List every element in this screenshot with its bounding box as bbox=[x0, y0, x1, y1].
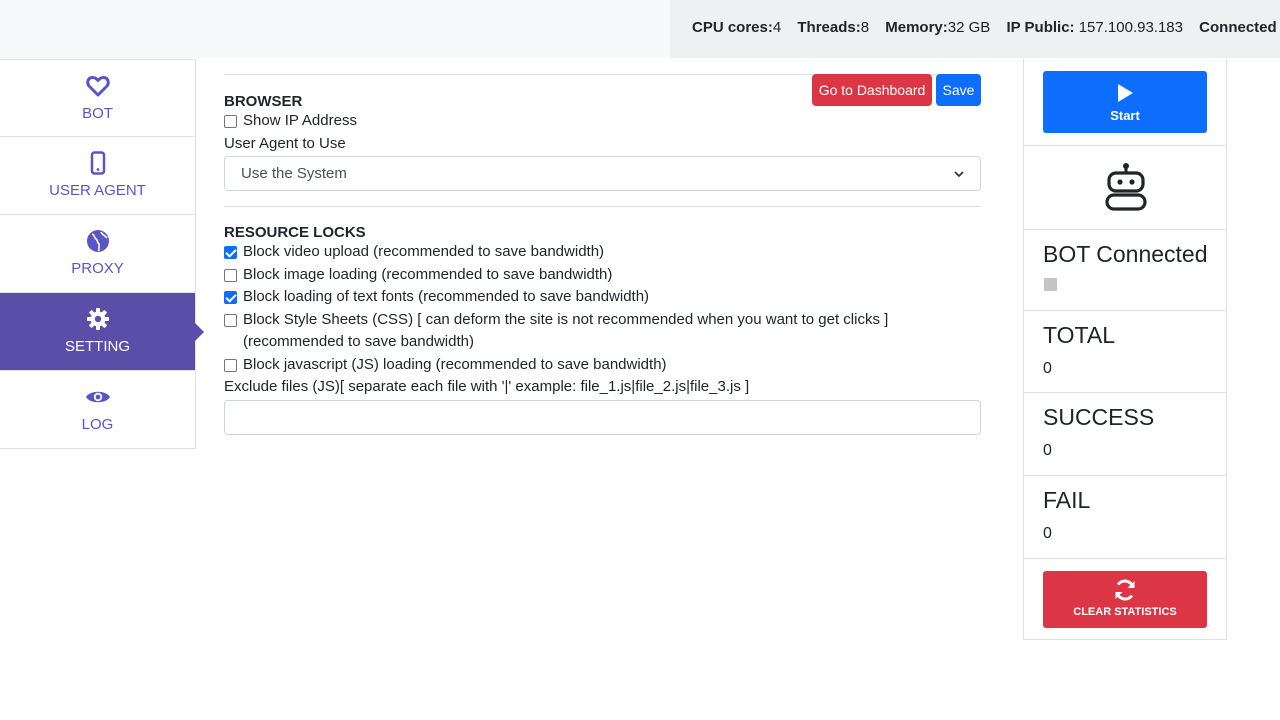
sidebar-item-label: USER AGENT bbox=[49, 182, 146, 199]
start-button[interactable]: Start bbox=[1043, 71, 1207, 133]
play-icon bbox=[1043, 83, 1207, 107]
go-to-dashboard-button[interactable]: Go to Dashboard bbox=[812, 74, 932, 106]
sidebar-item-label: BOT bbox=[82, 105, 113, 122]
sidebar-item-setting[interactable]: SETTING bbox=[0, 293, 204, 371]
connected-label: Connected Al bbox=[1199, 19, 1280, 36]
lock-row-image[interactable]: Block image loading (recommended to save… bbox=[224, 264, 981, 287]
gear-icon bbox=[0, 307, 195, 331]
block-image-checkbox[interactable] bbox=[224, 268, 237, 282]
system-stats: CPU cores:4 Threads:8 Memory:32 GB IP Pu… bbox=[670, 0, 1280, 58]
status-title: BOT Connected bbox=[1043, 241, 1208, 267]
divider bbox=[224, 206, 981, 207]
connected-stat: Connected Al bbox=[1199, 19, 1280, 36]
sidebar: BOT USER AGENT PROXY SETTING LOG bbox=[0, 59, 204, 449]
ip-label: IP Public: bbox=[1006, 19, 1075, 36]
ip-stat: IP Public: 157.100.93.183 bbox=[1006, 19, 1183, 36]
show-ip-checkbox[interactable] bbox=[224, 115, 237, 128]
show-ip-label: Show IP Address bbox=[243, 112, 357, 129]
mobile-icon bbox=[0, 151, 195, 175]
memory-value: 32 GB bbox=[947, 19, 991, 36]
start-label: Start bbox=[1110, 108, 1140, 123]
robot-cell bbox=[1024, 146, 1226, 230]
sidebar-item-bot[interactable]: BOT bbox=[0, 59, 196, 137]
sidebar-item-label: SETTING bbox=[64, 338, 130, 355]
fail-label: FAIL bbox=[1043, 487, 1091, 513]
exclude-files-input[interactable] bbox=[224, 399, 981, 435]
block-image-label: Block image loading (recommended to save… bbox=[243, 265, 613, 283]
block-js-checkbox[interactable] bbox=[224, 358, 237, 372]
clear-statistics-button[interactable]: CLEAR STATISTICS bbox=[1043, 571, 1207, 628]
lock-row-video[interactable]: Block video upload (recommended to save … bbox=[224, 241, 981, 264]
refresh-icon bbox=[1043, 578, 1207, 606]
block-css-checkbox[interactable] bbox=[224, 313, 237, 327]
success-value: 0 bbox=[1043, 442, 1052, 459]
total-cell: TOTAL 0 bbox=[1024, 311, 1226, 393]
cpu-label: CPU cores: bbox=[692, 19, 773, 36]
status-cell: BOT Connected bbox=[1024, 230, 1226, 311]
robot-icon bbox=[1104, 162, 1148, 218]
start-cell: Start bbox=[1024, 59, 1226, 146]
total-label: TOTAL bbox=[1043, 322, 1115, 348]
clear-statistics-label: CLEAR STATISTICS bbox=[1073, 606, 1177, 618]
threads-label: Threads: bbox=[797, 19, 861, 36]
top-bar: CPU cores:4 Threads:8 Memory:32 GB IP Pu… bbox=[0, 0, 1280, 58]
lock-row-js[interactable]: Block javascript (JS) loading (recommend… bbox=[224, 354, 981, 377]
total-value: 0 bbox=[1043, 360, 1052, 377]
heart-icon bbox=[0, 74, 195, 98]
fail-cell: FAIL 0 bbox=[1024, 476, 1226, 559]
block-video-checkbox[interactable] bbox=[224, 246, 237, 259]
sidebar-item-label: PROXY bbox=[71, 260, 124, 277]
fail-value: 0 bbox=[1043, 525, 1052, 542]
block-fonts-checkbox[interactable] bbox=[224, 291, 237, 304]
chevron-down-icon bbox=[954, 165, 964, 182]
lock-row-css[interactable]: Block Style Sheets (CSS) [ can deform th… bbox=[224, 309, 981, 354]
settings-panel: Go to Dashboard Save BROWSER Show IP Add… bbox=[224, 74, 981, 435]
user-agent-value: Use the System bbox=[241, 165, 347, 182]
sidebar-item-log[interactable]: LOG bbox=[0, 371, 196, 449]
exclude-files-label: Exclude files (JS)[ separate each file w… bbox=[224, 378, 750, 395]
eye-icon bbox=[0, 385, 195, 409]
clear-cell: CLEAR STATISTICS bbox=[1024, 559, 1226, 640]
success-cell: SUCCESS 0 bbox=[1024, 393, 1226, 476]
sidebar-item-label: LOG bbox=[81, 416, 114, 433]
cpu-value: 4 bbox=[772, 19, 782, 36]
ip-value: 157.100.93.183 bbox=[1078, 19, 1183, 36]
lock-row-fonts[interactable]: Block loading of text fonts (recommended… bbox=[224, 286, 981, 309]
cpu-stat: CPU cores:4 bbox=[692, 19, 781, 36]
threads-value: 8 bbox=[860, 19, 870, 36]
memory-stat: Memory:32 GB bbox=[885, 19, 990, 36]
sidebar-item-user-agent[interactable]: USER AGENT bbox=[0, 137, 196, 215]
save-button[interactable]: Save bbox=[936, 74, 981, 106]
show-ip-row[interactable]: Show IP Address bbox=[224, 110, 981, 133]
block-js-label: Block javascript (JS) loading (recommend… bbox=[243, 355, 667, 373]
control-panel: Start BOT Connected TOTAL 0 SUCCESS 0 FA… bbox=[1023, 59, 1227, 640]
user-agent-label: User Agent to Use bbox=[224, 134, 346, 152]
sidebar-item-proxy[interactable]: PROXY bbox=[0, 215, 196, 293]
threads-stat: Threads:8 bbox=[797, 19, 869, 36]
user-agent-select[interactable]: Use the System bbox=[224, 156, 981, 191]
block-fonts-label: Block loading of text fonts (recommended… bbox=[243, 288, 650, 305]
block-css-label: Block Style Sheets (CSS) [ can deform th… bbox=[243, 310, 889, 351]
block-video-label: Block video upload (recommended to save … bbox=[243, 243, 605, 260]
resource-locks-title: RESOURCE LOCKS bbox=[224, 224, 366, 241]
success-label: SUCCESS bbox=[1043, 404, 1155, 430]
memory-label: Memory: bbox=[885, 19, 948, 36]
status-indicator bbox=[1044, 278, 1057, 291]
globe-icon bbox=[0, 229, 195, 253]
